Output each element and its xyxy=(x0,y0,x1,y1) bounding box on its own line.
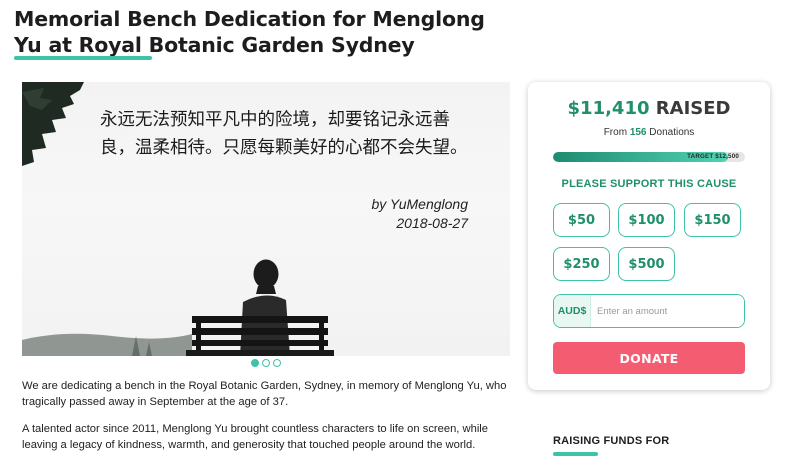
donations-label: Donations xyxy=(649,127,695,138)
donation-card: $11,410 RAISED From 156 Donations TARGET… xyxy=(528,82,770,390)
amount-input[interactable] xyxy=(591,295,744,327)
from-prefix: From xyxy=(603,127,628,138)
donations-count: 156 xyxy=(629,127,647,138)
amount-button-50[interactable]: $50 xyxy=(553,203,610,237)
amount-button-500[interactable]: $500 xyxy=(618,247,675,281)
carousel-dot[interactable] xyxy=(251,359,259,367)
amount-button-150[interactable]: $150 xyxy=(684,203,741,237)
quote-date: 2018-08-27 xyxy=(396,215,468,231)
support-heading: PLEASE SUPPORT THIS CAUSE xyxy=(561,178,737,190)
raised-label: RAISED xyxy=(655,98,731,119)
raised-total: $11,410 RAISED xyxy=(528,98,770,119)
donations-count-line: From 156 Donations xyxy=(528,127,770,138)
raising-funds-underline xyxy=(553,452,598,456)
hero-quote: 永远无法预知平凡中的险境，却要铭记永远善良，温柔相待。只愿每颗美好的心都不会失望… xyxy=(100,110,468,158)
carousel-dot[interactable] xyxy=(262,359,270,367)
currency-label: AUD$ xyxy=(554,295,591,327)
amount-button-250[interactable]: $250 xyxy=(553,247,610,281)
donate-button[interactable]: DONATE xyxy=(553,342,745,374)
custom-amount-field: AUD$ xyxy=(553,294,745,328)
raising-funds-heading: RAISING FUNDS FOR xyxy=(553,435,670,447)
page-title: Memorial Bench Dedication for Menglong Y… xyxy=(14,7,485,57)
amount-button-100[interactable]: $100 xyxy=(618,203,675,237)
quote-author: by YuMenglong xyxy=(371,196,468,212)
bench-silhouette-image xyxy=(22,259,334,356)
tree-branch-image xyxy=(22,82,84,166)
raised-amount: $11,410 xyxy=(567,98,650,119)
hero-carousel-image[interactable]: 永远无法预知平凡中的险境，却要铭记永远善良，温柔相待。只愿每颗美好的心都不会失望… xyxy=(22,82,510,356)
carousel-dot[interactable] xyxy=(273,359,281,367)
description-paragraph-2: A talented actor since 2011, Menglong Yu… xyxy=(22,423,489,451)
target-label: TARGET $12,500 xyxy=(687,153,739,160)
description-paragraph-1: We are dedicating a bench in the Royal B… xyxy=(22,380,507,408)
carousel-dots xyxy=(251,359,281,367)
title-underline xyxy=(14,56,152,60)
